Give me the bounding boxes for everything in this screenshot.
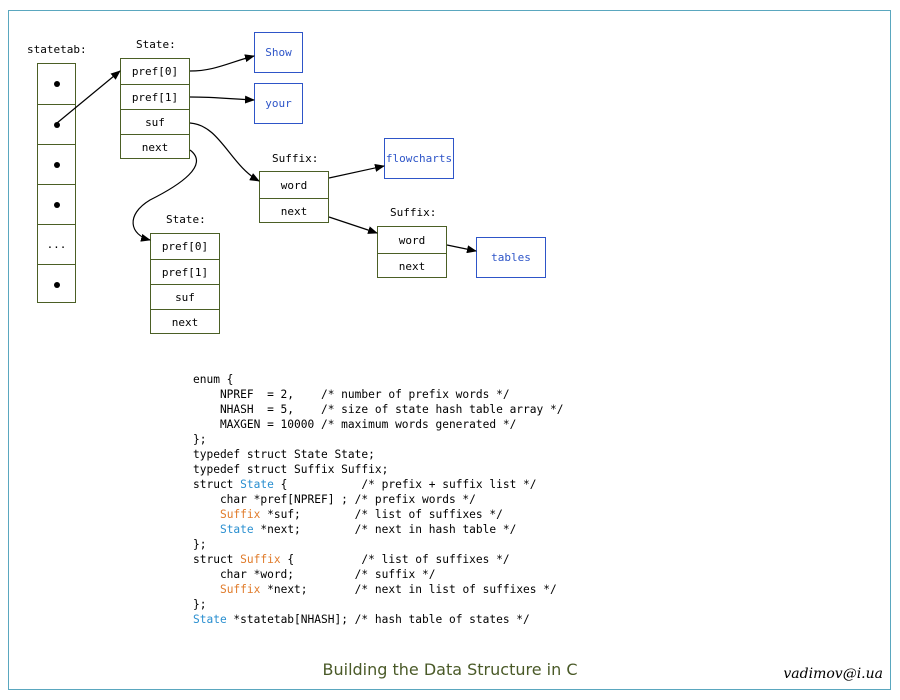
code-line: struct Suffix { /* list of suffixes */ [193, 553, 510, 566]
diagram-caption: Building the Data Structure in C [322, 660, 578, 679]
code-text: typedef struct Suffix Suffix; [193, 463, 389, 476]
code-text: *statetab[NHASH]; /* hash table of state… [226, 613, 530, 626]
code-line: }; [193, 538, 206, 551]
code-keyword: State [193, 613, 227, 626]
code-line: }; [193, 598, 206, 611]
author-credit: vadimov@i.ua [783, 666, 883, 682]
arrow-pref1-to-your [189, 95, 255, 104]
arrow-next-to-state2 [132, 149, 197, 242]
code-line: NPREF = 2, /* number of prefix words */ [193, 388, 510, 401]
code-listing: enum { NPREF = 2, /* number of prefix wo… [193, 372, 563, 627]
code-keyword: Suffix [240, 553, 281, 566]
code-line: State *next; /* next in hash table */ [193, 523, 516, 536]
code-line: Suffix *suf; /* list of suffixes */ [193, 508, 503, 521]
code-text: NHASH = 5, /* size of state hash table a… [193, 403, 564, 416]
code-keyword: Suffix [219, 583, 261, 596]
code-line: Suffix *next; /* next in list of suffixe… [193, 583, 557, 596]
code-text: NPREF = 2, /* number of prefix words */ [193, 388, 510, 401]
code-text: }; [193, 538, 207, 551]
code-text: typedef struct State State; [193, 448, 375, 461]
code-text: }; [193, 433, 207, 446]
code-text: { /* list of suffixes */ [280, 553, 510, 566]
code-line: State *statetab[NHASH]; /* hash table of… [193, 613, 530, 626]
code-text: }; [193, 598, 207, 611]
arrow-statetab-to-state1 [56, 70, 121, 124]
arrow-word-to-flowcharts [328, 164, 385, 179]
code-keyword: State [240, 478, 274, 491]
code-keyword: State [219, 523, 254, 536]
code-line: MAXGEN = 10000 /* maximum words generate… [193, 418, 516, 431]
arrow-suf-to-suffix1 [189, 122, 260, 182]
code-text: char *pref[NPREF] ; /* prefix words */ [193, 493, 476, 506]
code-text: char *word; /* suffix */ [193, 568, 436, 581]
code-text: { /* prefix + suffix list */ [273, 478, 537, 491]
code-line: }; [193, 433, 206, 446]
code-text: *next; /* next in list of suffixes */ [260, 583, 557, 596]
code-text: enum { [193, 373, 234, 386]
arrow-word-to-tables [446, 244, 477, 254]
code-text: struct [193, 553, 241, 566]
code-line: char *pref[NPREF] ; /* prefix words */ [193, 493, 476, 506]
code-text: MAXGEN = 10000 /* maximum words generate… [193, 418, 517, 431]
code-line: typedef struct Suffix Suffix; [193, 463, 388, 476]
code-line: enum { [193, 373, 233, 386]
code-line: char *word; /* suffix */ [193, 568, 436, 581]
code-line: struct State { /* prefix + suffix list *… [193, 478, 537, 491]
code-text: *next; /* next in hash table */ [253, 523, 517, 536]
arrow-suffix1-next-to-suffix2 [328, 216, 378, 234]
arrow-pref0-to-show [189, 54, 255, 72]
code-text: struct [193, 478, 241, 491]
code-text: *suf; /* list of suffixes */ [260, 508, 503, 521]
code-line: NHASH = 5, /* size of state hash table a… [193, 403, 564, 416]
code-line: typedef struct State State; [193, 448, 375, 461]
code-keyword: Suffix [219, 508, 261, 521]
